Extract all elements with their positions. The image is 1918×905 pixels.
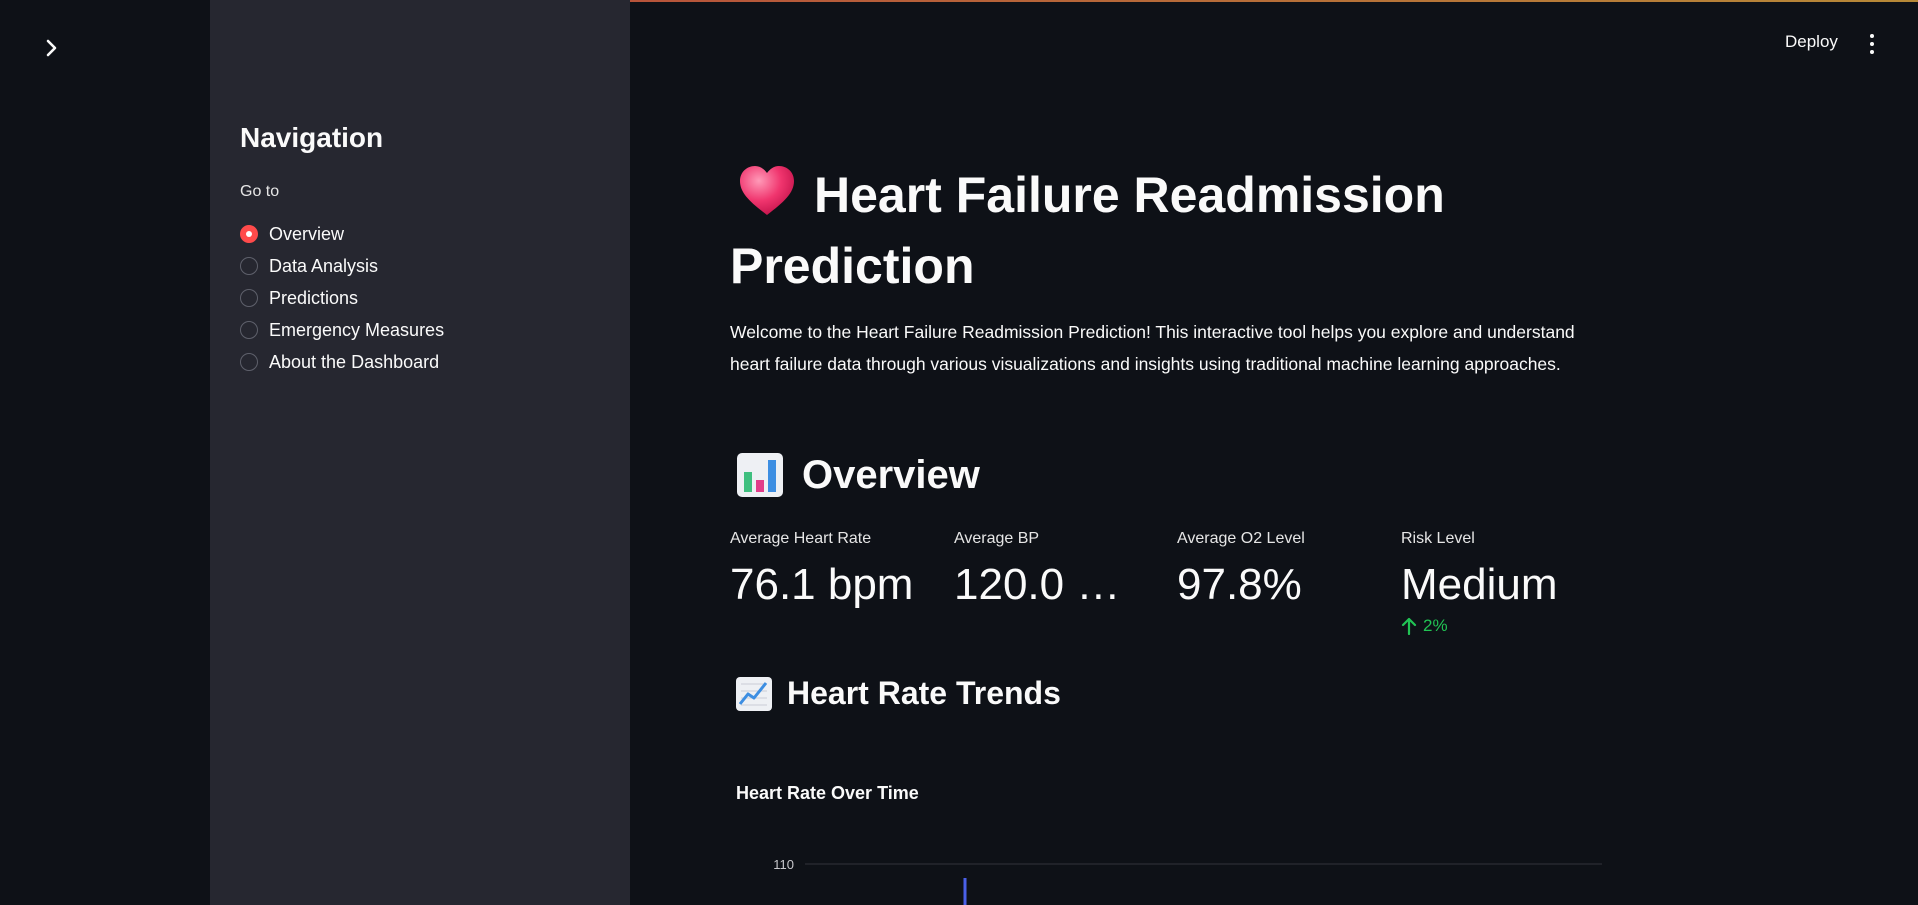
radio-predictions[interactable]: Predictions xyxy=(240,282,444,314)
metric-label: Average BP xyxy=(954,530,1040,547)
radio-button-selected[interactable] xyxy=(240,225,258,243)
metric-delta: 2% xyxy=(1401,616,1621,636)
arrow-up-icon xyxy=(1401,617,1417,635)
heart-rate-line-chart[interactable]: 110 xyxy=(730,840,1610,905)
page-title-text: Heart Failure Readmission Prediction xyxy=(730,167,1445,294)
line-chart-icon xyxy=(735,676,773,712)
metric-value: Medium xyxy=(1401,560,1558,609)
chart-title: Heart Rate Over Time xyxy=(736,783,919,803)
metric-label: Average Heart Rate xyxy=(730,530,872,547)
radio-label: About the Dashboard xyxy=(269,351,440,372)
heart-rate-trends-heading: Heart Rate Trends xyxy=(730,675,1061,712)
metric-heart-rate: Average Heart Rate 76.1 bpm xyxy=(730,530,950,610)
radio-group-label: Go to xyxy=(240,183,280,200)
radio-button[interactable] xyxy=(240,257,258,275)
sidebar-title: Navigation xyxy=(240,122,384,153)
intro-text: Welcome to the Heart Failure Readmission… xyxy=(730,322,1575,374)
radio-about-dashboard[interactable]: About the Dashboard xyxy=(240,346,444,378)
radio-button[interactable] xyxy=(240,321,258,339)
heart-icon xyxy=(738,165,796,233)
y-tick-label: 110 xyxy=(773,857,794,872)
metric-delta-value: 2% xyxy=(1423,616,1448,635)
metric-label: Average O2 Level xyxy=(1177,530,1305,547)
kebab-icon xyxy=(1870,34,1874,38)
chevron-right-icon xyxy=(46,39,57,57)
metric-value: 120.0 m… xyxy=(954,560,1154,609)
deploy-button[interactable]: Deploy xyxy=(1785,32,1838,52)
radio-button[interactable] xyxy=(240,289,258,307)
expand-sidebar-button[interactable] xyxy=(40,36,64,60)
overview-heading: Overview xyxy=(730,452,980,498)
overview-heading-text: Overview xyxy=(802,452,980,497)
bar-chart-icon xyxy=(736,452,784,498)
metric-risk-level: Risk Level Medium 2% xyxy=(1401,530,1621,636)
radio-label: Predictions xyxy=(269,287,359,308)
radio-label: Emergency Measures xyxy=(269,319,445,340)
radio-data-analysis[interactable]: Data Analysis xyxy=(240,250,444,282)
heart-rate-trends-heading-text: Heart Rate Trends xyxy=(787,675,1061,711)
navigation-radio-group: Overview Data Analysis Predictions Emerg… xyxy=(240,218,444,378)
main-menu-button[interactable] xyxy=(1862,32,1882,56)
radio-button[interactable] xyxy=(240,353,258,371)
radio-label: Overview xyxy=(269,223,345,244)
metric-value: 76.1 bpm xyxy=(730,560,914,609)
metric-label: Risk Level xyxy=(1401,530,1475,547)
collapsed-sidebar-rail xyxy=(0,0,210,905)
page-title: Heart Failure Readmission Prediction xyxy=(730,162,1630,299)
radio-emergency-measures[interactable]: Emergency Measures xyxy=(240,314,444,346)
metric-o2-level: Average O2 Level 97.8% xyxy=(1177,530,1397,610)
radio-overview[interactable]: Overview xyxy=(240,218,444,250)
metric-bp: Average BP 120.0 m… xyxy=(954,530,1174,610)
metric-value: 97.8% xyxy=(1177,560,1302,609)
radio-label: Data Analysis xyxy=(269,255,379,276)
sidebar: Navigation Go to Overview Data Analysis … xyxy=(210,0,630,905)
